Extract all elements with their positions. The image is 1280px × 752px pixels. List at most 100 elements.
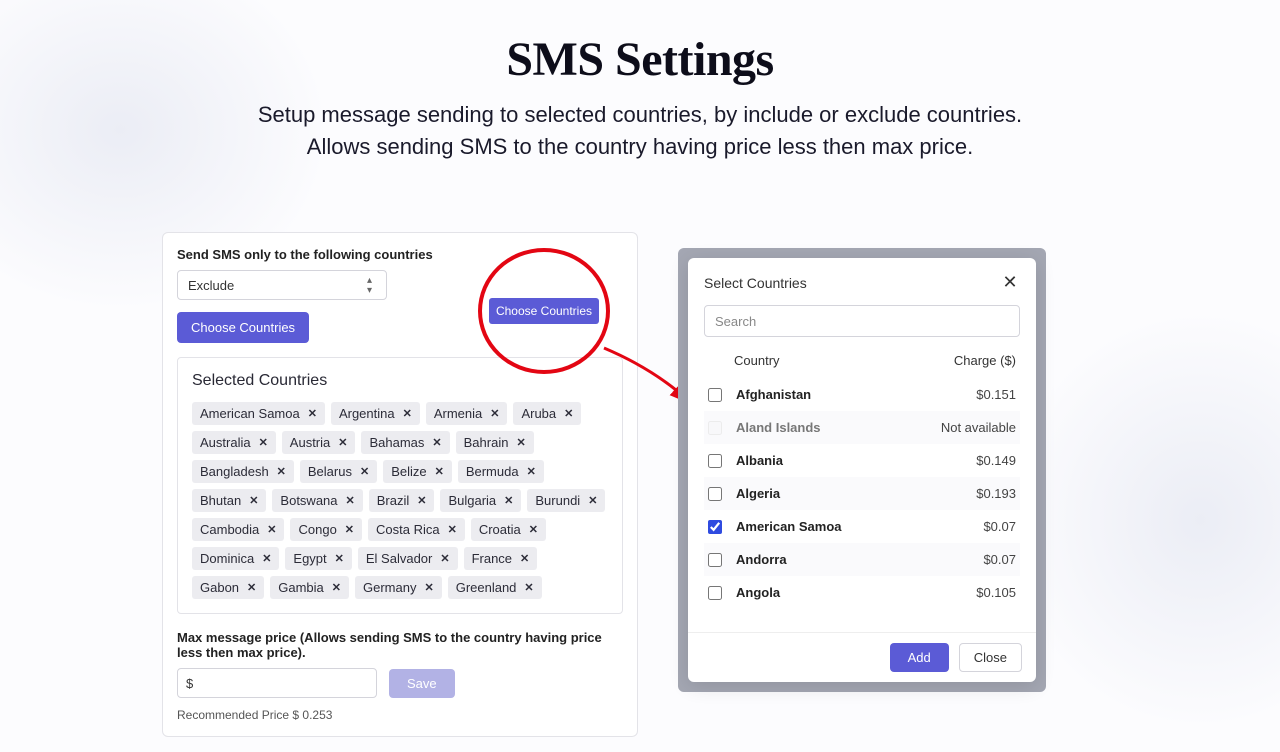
country-chip[interactable]: Australia ✕	[192, 431, 276, 454]
country-chip[interactable]: Bermuda ✕	[458, 460, 544, 483]
choose-countries-highlight-button[interactable]: Choose Countries	[489, 298, 599, 324]
country-chip[interactable]: Argentina ✕	[331, 402, 420, 425]
remove-chip-icon[interactable]: ✕	[516, 436, 525, 449]
remove-chip-icon[interactable]: ✕	[520, 552, 529, 565]
country-chip[interactable]: Bahrain ✕	[456, 431, 534, 454]
remove-chip-icon[interactable]: ✕	[432, 436, 441, 449]
country-checkbox[interactable]	[708, 487, 722, 501]
country-chip[interactable]: Germany ✕	[355, 576, 442, 599]
remove-chip-icon[interactable]: ✕	[308, 407, 317, 420]
country-name: Aland Islands	[736, 420, 926, 435]
remove-chip-icon[interactable]: ✕	[527, 465, 536, 478]
country-chip[interactable]: American Samoa✕	[192, 402, 325, 425]
remove-chip-icon[interactable]: ✕	[529, 523, 538, 536]
remove-chip-icon[interactable]: ✕	[262, 552, 271, 565]
choose-countries-button[interactable]: Choose Countries	[177, 312, 309, 343]
close-button[interactable]: Close	[959, 643, 1022, 672]
remove-chip-icon[interactable]: ✕	[490, 407, 499, 420]
remove-chip-icon[interactable]: ✕	[360, 465, 369, 478]
country-chip[interactable]: Greenland✕	[448, 576, 542, 599]
remove-chip-icon[interactable]: ✕	[435, 465, 444, 478]
remove-chip-icon[interactable]: ✕	[440, 552, 449, 565]
country-chip[interactable]: Belarus✕	[300, 460, 377, 483]
country-chip[interactable]: Dominica ✕	[192, 547, 279, 570]
country-chip[interactable]: Aruba✕	[513, 402, 581, 425]
selected-countries-panel: Selected Countries American Samoa✕Argent…	[177, 357, 623, 614]
country-chips: American Samoa✕Argentina✕Armenia✕Aruba✕A…	[192, 402, 608, 599]
country-name: Afghanistan	[736, 387, 926, 402]
country-chip[interactable]: Croatia✕	[471, 518, 546, 541]
chip-label: Gambia	[278, 580, 324, 595]
remove-chip-icon[interactable]: ✕	[247, 581, 256, 594]
remove-chip-icon[interactable]: ✕	[524, 581, 533, 594]
remove-chip-icon[interactable]: ✕	[345, 523, 354, 536]
remove-chip-icon[interactable]: ✕	[448, 523, 457, 536]
remove-chip-icon[interactable]: ✕	[249, 494, 258, 507]
chip-label: Egypt	[293, 551, 326, 566]
country-chip[interactable]: France ✕	[464, 547, 538, 570]
country-chip[interactable]: Congo ✕	[290, 518, 362, 541]
country-chip[interactable]: Brazil✕	[369, 489, 435, 512]
country-chip[interactable]: Armenia ✕	[426, 402, 508, 425]
country-chip[interactable]: Bulgaria✕	[440, 489, 521, 512]
chip-label: Australia	[200, 435, 251, 450]
country-chip[interactable]: Bahamas✕	[361, 431, 449, 454]
remove-chip-icon[interactable]: ✕	[346, 494, 355, 507]
country-chip[interactable]: Bhutan ✕	[192, 489, 266, 512]
remove-chip-icon[interactable]: ✕	[338, 436, 347, 449]
country-name: Andorra	[736, 552, 926, 567]
remove-chip-icon[interactable]: ✕	[267, 523, 276, 536]
chip-label: France	[472, 551, 512, 566]
remove-chip-icon[interactable]: ✕	[277, 465, 286, 478]
remove-chip-icon[interactable]: ✕	[564, 407, 573, 420]
country-checkbox[interactable]	[708, 454, 722, 468]
remove-chip-icon[interactable]: ✕	[332, 581, 341, 594]
country-chip[interactable]: Austria ✕	[282, 431, 356, 454]
section-label-countries: Send SMS only to the following countries	[177, 247, 623, 262]
max-price-label: Max message price (Allows sending SMS to…	[177, 630, 623, 660]
remove-chip-icon[interactable]: ✕	[504, 494, 513, 507]
chip-label: Bhutan	[200, 493, 241, 508]
close-icon[interactable]: ✕	[1000, 272, 1020, 293]
country-chip[interactable]: Costa Rica✕	[368, 518, 465, 541]
country-chip[interactable]: Gambia ✕	[270, 576, 349, 599]
country-chip[interactable]: Botswana✕	[272, 489, 362, 512]
country-checkbox[interactable]	[708, 520, 722, 534]
country-chip[interactable]: Gabon✕	[192, 576, 264, 599]
country-charge: $0.07	[926, 519, 1016, 534]
add-button[interactable]: Add	[890, 643, 949, 672]
chip-label: Bahrain	[464, 435, 509, 450]
remove-chip-icon[interactable]: ✕	[259, 436, 268, 449]
country-checkbox[interactable]	[708, 388, 722, 402]
remove-chip-icon[interactable]: ✕	[424, 581, 433, 594]
country-chip[interactable]: Bangladesh✕	[192, 460, 294, 483]
search-input[interactable]	[704, 305, 1020, 337]
column-header-charge: Charge ($)	[936, 353, 1016, 368]
country-charge: $0.151	[926, 387, 1016, 402]
max-price-input[interactable]	[177, 668, 377, 698]
remove-chip-icon[interactable]: ✕	[417, 494, 426, 507]
chip-label: Belize	[391, 464, 426, 479]
country-chip[interactable]: Burundi✕	[527, 489, 605, 512]
chip-label: Dominica	[200, 551, 254, 566]
remove-chip-icon[interactable]: ✕	[335, 552, 344, 565]
chip-label: Armenia	[434, 406, 482, 421]
save-button[interactable]: Save	[389, 669, 455, 698]
country-chip[interactable]: Belize ✕	[383, 460, 452, 483]
mode-select[interactable]: Exclude	[177, 270, 387, 300]
chip-label: Germany	[363, 580, 416, 595]
chip-label: Austria	[290, 435, 330, 450]
country-chip[interactable]: Cambodia✕	[192, 518, 284, 541]
country-checkbox[interactable]	[708, 586, 722, 600]
page-title: SMS Settings	[0, 32, 1280, 87]
modal-scroll-area[interactable]: Country Charge ($) Afghanistan$0.151Alan…	[704, 305, 1020, 619]
chip-label: Argentina	[339, 406, 395, 421]
remove-chip-icon[interactable]: ✕	[403, 407, 412, 420]
country-chip[interactable]: Egypt ✕	[285, 547, 351, 570]
chip-label: Congo	[298, 522, 336, 537]
remove-chip-icon[interactable]: ✕	[588, 494, 597, 507]
country-checkbox[interactable]	[708, 553, 722, 567]
country-chip[interactable]: El Salvador✕	[358, 547, 458, 570]
country-row: Afghanistan$0.151	[704, 378, 1020, 411]
chip-label: Bermuda	[466, 464, 519, 479]
